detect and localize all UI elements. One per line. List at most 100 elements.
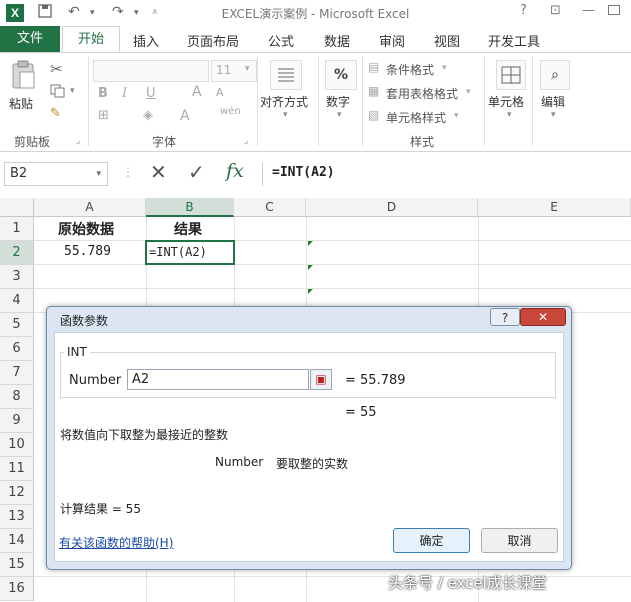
ok-button[interactable]: 确定	[393, 528, 470, 553]
column-header-b[interactable]: B	[146, 198, 234, 217]
formula-bar-grip-icon: ⋮	[122, 165, 134, 179]
row-header[interactable]: 1	[0, 217, 34, 241]
grid-line	[34, 240, 631, 241]
conditional-format-button[interactable]: 条件格式	[386, 61, 434, 78]
function-name: INT	[64, 345, 90, 359]
shrink-font-button[interactable]: A	[216, 86, 224, 99]
bold-button[interactable]: B	[98, 86, 108, 101]
font-name-select[interactable]	[93, 60, 209, 82]
row-header[interactable]: 13	[0, 505, 34, 529]
function-help-link[interactable]: 有关该函数的帮助(H)	[59, 534, 173, 551]
column-header-c[interactable]: C	[234, 198, 306, 217]
clipboard-launcher-icon[interactable]: ⌟	[76, 136, 80, 146]
grow-font-button[interactable]: A	[192, 84, 202, 100]
find-binoculars-icon[interactable]: ⌕	[540, 60, 570, 90]
copy-icon[interactable]	[50, 84, 66, 101]
cells-icon[interactable]	[496, 60, 526, 90]
error-indicator-icon	[308, 265, 313, 270]
paste-icon[interactable]	[10, 60, 36, 93]
cell-a2[interactable]: 55.789	[64, 244, 111, 259]
phonetic-icon[interactable]: wén	[220, 106, 241, 117]
grid-line	[34, 288, 631, 289]
row-header[interactable]: 6	[0, 337, 34, 361]
alignment-button[interactable]: 对齐方式	[260, 93, 308, 110]
cancel-entry-icon[interactable]: ✕	[150, 160, 167, 184]
insert-function-icon[interactable]: fx	[226, 160, 244, 182]
tab-formulas[interactable]: 公式	[268, 31, 294, 50]
italic-button[interactable]: I	[122, 86, 127, 101]
row-header[interactable]: 3	[0, 265, 34, 289]
cell-styles-icon: ▧	[368, 108, 380, 122]
name-box[interactable]: B2 ▾	[4, 162, 108, 186]
tab-file[interactable]: 文件	[0, 26, 60, 52]
number-format-icon[interactable]: %	[325, 60, 357, 90]
dialog-close-button[interactable]: ✕	[520, 308, 566, 326]
row-header[interactable]: 8	[0, 385, 34, 409]
row-header[interactable]: 10	[0, 433, 34, 457]
formula-input[interactable]: =INT(A2)	[272, 165, 335, 180]
number-argument-input[interactable]	[127, 369, 309, 390]
help-icon[interactable]: ?	[520, 3, 527, 18]
chevron-down-icon: ▾	[551, 110, 556, 120]
argument-description-name: Number	[215, 455, 264, 469]
chevron-down-icon: ▾	[507, 110, 512, 120]
watermark: 头条号 / excel成长课堂	[388, 574, 547, 592]
column-header-a[interactable]: A	[34, 198, 146, 217]
border-icon[interactable]: ⊞	[98, 108, 109, 123]
cancel-button[interactable]: 取消	[481, 528, 558, 553]
active-cell-b2[interactable]: =INT(A2)	[145, 240, 235, 265]
collapse-dialog-button[interactable]: ▣	[310, 369, 332, 390]
format-as-table-button[interactable]: 套用表格格式	[386, 85, 458, 102]
ribbon-display-icon[interactable]: ⊡	[550, 3, 561, 18]
fill-color-icon[interactable]: ◈	[143, 108, 153, 123]
maximize-icon[interactable]	[608, 5, 620, 15]
tab-home[interactable]: 开始	[62, 26, 120, 52]
cell-b2-formula: =INT(A2)	[149, 245, 207, 259]
column-header-e[interactable]: E	[478, 198, 631, 217]
row-header[interactable]: 16	[0, 577, 34, 601]
editing-button[interactable]: 编辑	[541, 93, 565, 110]
row-header[interactable]: 7	[0, 361, 34, 385]
cell-styles-button[interactable]: 单元格样式	[386, 109, 446, 126]
minimize-icon[interactable]: —	[582, 3, 595, 18]
alignment-icon[interactable]	[270, 60, 302, 90]
chevron-down-icon: ▾	[466, 87, 471, 97]
tab-data[interactable]: 数据	[324, 31, 350, 50]
tab-insert[interactable]: 插入	[133, 31, 159, 50]
copy-dropdown-icon[interactable]: ▾	[70, 86, 75, 96]
confirm-entry-icon[interactable]: ✓	[188, 160, 205, 184]
cell-b1[interactable]: 结果	[174, 219, 202, 239]
cell-a1[interactable]: 原始数据	[58, 219, 114, 239]
chevron-down-icon: ▾	[337, 110, 342, 120]
underline-button[interactable]: U	[146, 86, 156, 101]
row-header[interactable]: 15	[0, 553, 34, 577]
row-header[interactable]: 9	[0, 409, 34, 433]
row-header[interactable]: 11	[0, 457, 34, 481]
font-size-select[interactable]: 11 ▾	[211, 60, 257, 82]
row-header[interactable]: 12	[0, 481, 34, 505]
name-box-value: B2	[10, 166, 28, 181]
dialog-help-button[interactable]: ?	[490, 308, 520, 326]
font-color-button[interactable]: A	[180, 108, 190, 124]
row-header[interactable]: 14	[0, 529, 34, 553]
format-painter-icon[interactable]: ✎	[50, 106, 61, 121]
tab-developer[interactable]: 开发工具	[488, 31, 540, 50]
column-header-d[interactable]: D	[306, 198, 478, 217]
font-launcher-icon[interactable]: ⌟	[244, 136, 248, 146]
chevron-down-icon: ▾	[442, 63, 447, 73]
tab-page-layout[interactable]: 页面布局	[187, 31, 239, 50]
select-all-corner[interactable]	[0, 198, 34, 217]
paste-button[interactable]: 粘贴	[9, 95, 33, 112]
argument-value-preview: = 55.789	[345, 373, 406, 388]
cut-icon[interactable]: ✂	[50, 60, 63, 78]
tab-view[interactable]: 视图	[434, 31, 460, 50]
row-header[interactable]: 4	[0, 289, 34, 313]
styles-group-label: 样式	[410, 135, 435, 149]
row-header[interactable]: 2	[0, 241, 34, 265]
formula-result-preview: = 55	[345, 405, 377, 420]
tab-review[interactable]: 审阅	[379, 31, 405, 50]
number-button[interactable]: 数字	[326, 93, 350, 110]
ribbon-separator	[362, 56, 363, 146]
row-header[interactable]: 5	[0, 313, 34, 337]
cells-button[interactable]: 单元格	[488, 93, 524, 110]
